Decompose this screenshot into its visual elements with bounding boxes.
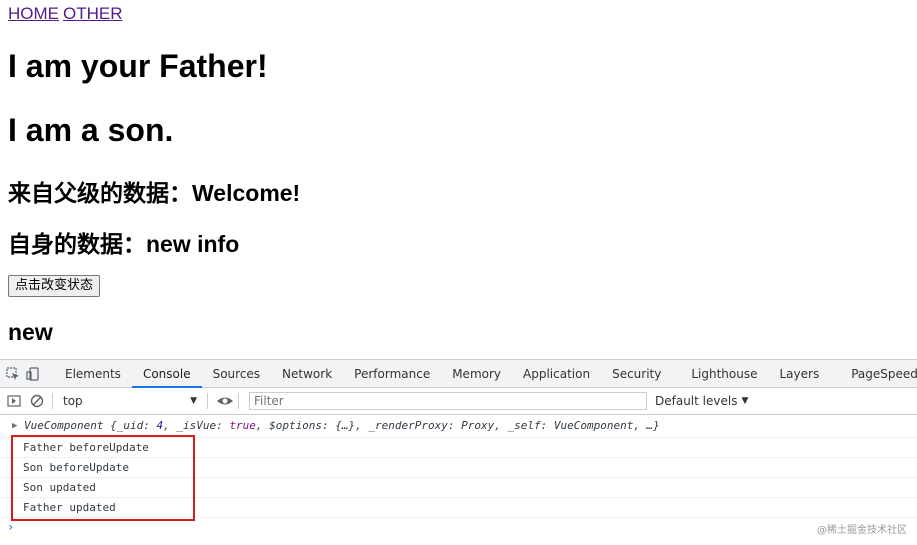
object-preview-part-2: , _isVue: [163,419,230,432]
live-expression-eye-icon[interactable] [216,394,234,408]
nav-links: HOME OTHER [8,4,127,24]
red-highlight-box [11,435,195,521]
tab-security[interactable]: Security [601,360,672,387]
tab-layers[interactable]: Layers [769,360,831,387]
dropdown-arrow-icon: ▼ [190,396,197,406]
nav-other-link[interactable]: OTHER [63,4,123,23]
toolbar-divider [52,393,53,409]
object-class-name: VueComponent [24,419,104,432]
sidebar-toggle-icon[interactable] [7,394,21,408]
tab-elements[interactable]: Elements [54,360,132,387]
console-toolbar: top ▼ Default levels ▼ [0,388,917,415]
inspect-element-icon[interactable] [6,366,20,381]
father-heading: I am your Father! [8,48,268,84]
tab-console[interactable]: Console [131,360,202,388]
page-content: HOME OTHER I am your Father! I am a son. … [8,0,917,360]
device-toolbar-icon[interactable] [26,366,40,381]
parent-data-heading: 来自父级的数据：Welcome! [8,180,301,206]
devtools-tabbar: Elements Console Sources Network Perform… [0,360,917,388]
change-state-button[interactable]: 点击改变状态 [8,275,101,297]
tab-memory[interactable]: Memory [441,360,512,387]
expand-triangle-icon[interactable]: ▶ [12,415,17,437]
tab-network[interactable]: Network [271,360,343,387]
log-levels-dropdown[interactable]: Default levels ▼ [655,394,748,408]
watermark: @稀土掘金技术社区 [817,525,907,536]
son-heading: I am a son. [8,112,174,148]
context-value: top [63,394,83,408]
log-levels-label: Default levels [655,394,738,408]
toolbar-divider-3 [238,393,239,409]
tab-sources[interactable]: Sources [202,360,271,387]
context-selector[interactable]: top ▼ [57,394,203,408]
tab-lighthouse[interactable]: Lighthouse [680,360,768,387]
tab-pagespeed[interactable]: PageSpeed [840,360,917,387]
toolbar-divider-2 [207,393,208,409]
console-filter-input[interactable] [249,392,647,410]
own-data-heading: 自身的数据：new info [8,231,240,257]
object-isvue-value: true [229,419,256,432]
object-preview-part-1: {_uid: [103,419,157,432]
levels-arrow-icon: ▼ [741,396,749,406]
tab-application[interactable]: Application [512,360,601,387]
tab-performance[interactable]: Performance [343,360,441,387]
clear-console-icon[interactable] [30,394,44,408]
status-heading: new [8,319,53,345]
nav-home-link[interactable]: HOME [8,4,59,23]
object-preview-part-3: , $options: {…}, _renderProxy: Proxy, _s… [255,419,660,432]
